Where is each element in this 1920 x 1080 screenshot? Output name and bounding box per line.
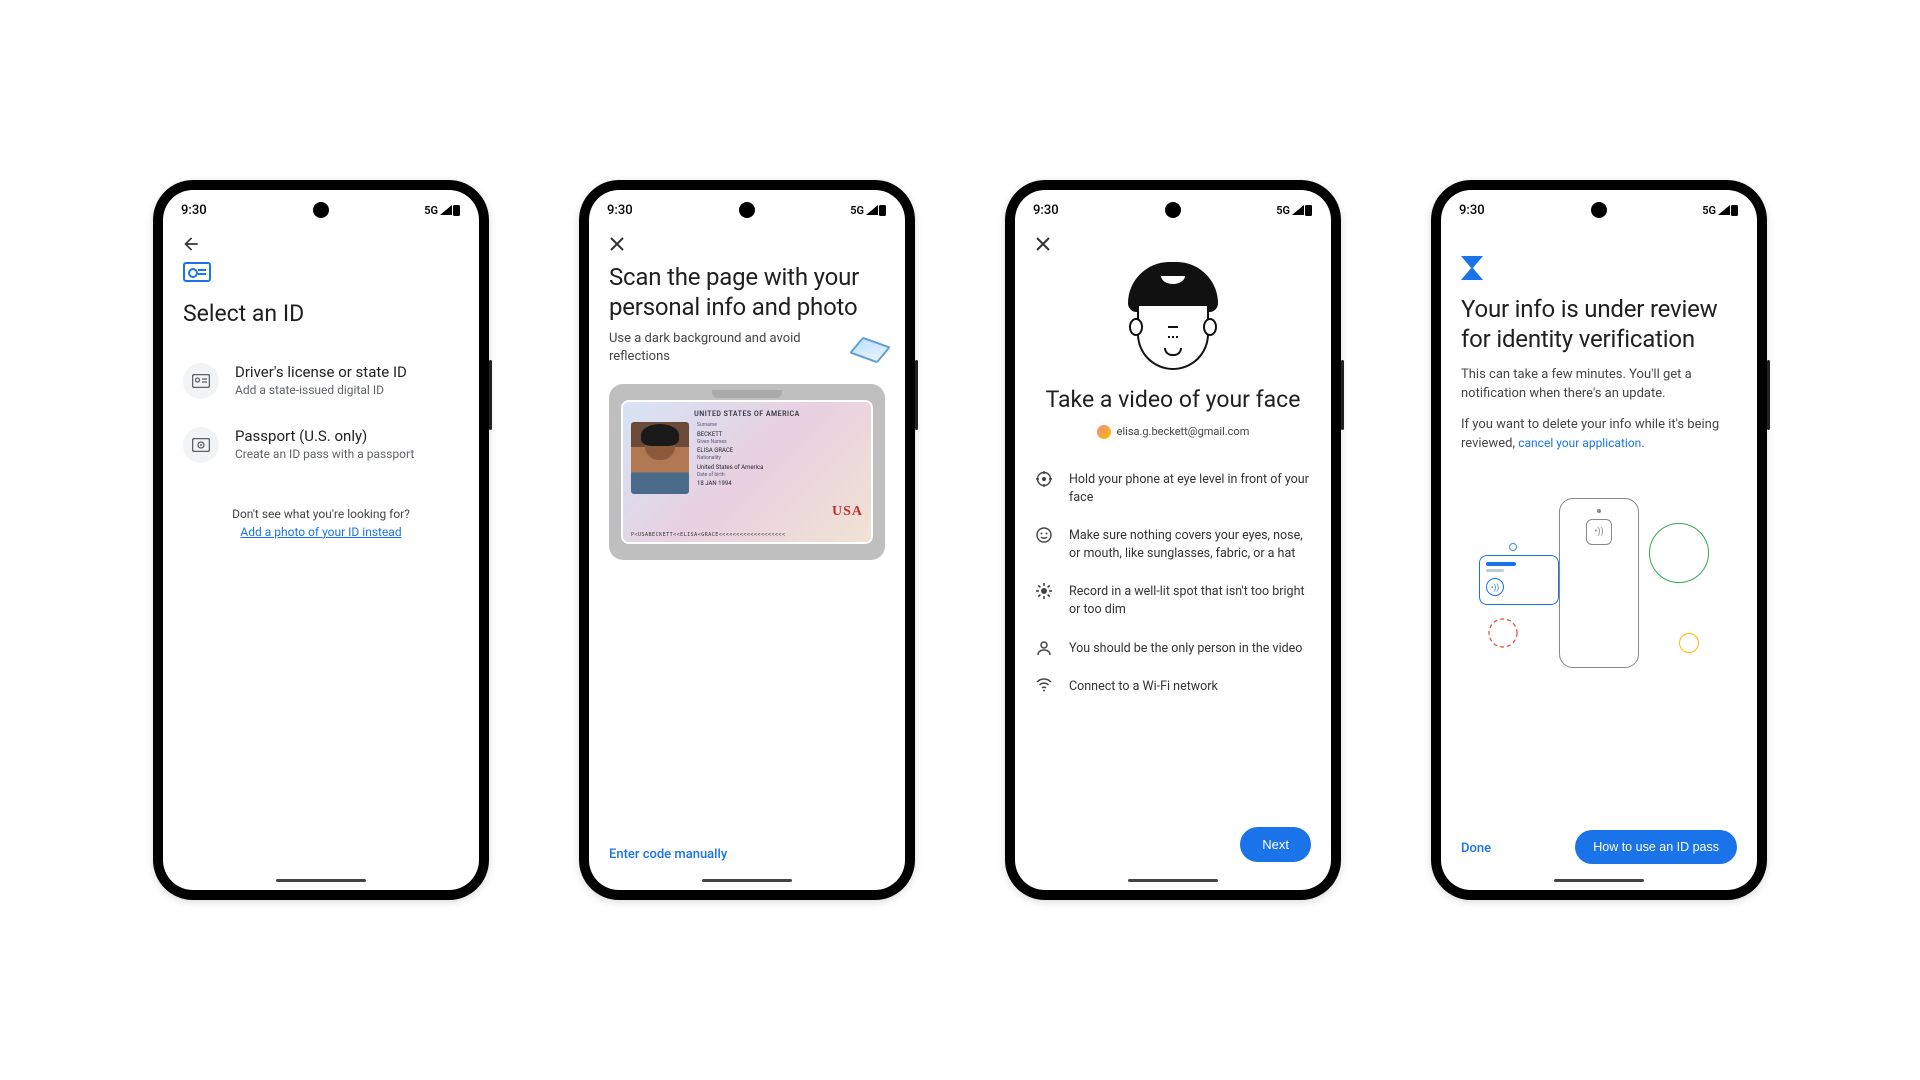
mini-phone-illustration: •)) bbox=[1559, 498, 1639, 668]
phone-mockup-2: 9:30 5G Scan the page with your personal… bbox=[579, 180, 915, 900]
camera-notch bbox=[739, 202, 755, 218]
wifi-icon bbox=[1035, 678, 1053, 692]
option-subtitle: Add a state-issued digital ID bbox=[235, 383, 407, 397]
instruction-item: Make sure nothing covers your eyes, nose… bbox=[1035, 517, 1311, 573]
instruction-item: Connect to a Wi-Fi network bbox=[1035, 668, 1311, 706]
person-icon bbox=[1035, 640, 1053, 656]
instruction-item: You should be the only person in the vid… bbox=[1035, 630, 1311, 668]
status-time: 9:30 bbox=[607, 203, 633, 218]
status-indicators: 5G bbox=[1702, 204, 1739, 217]
passport-fields: Surname BECKETT Given Names ELISA GRACE … bbox=[697, 422, 863, 494]
option-title: Passport (U.S. only) bbox=[235, 427, 414, 445]
status-time: 9:30 bbox=[1033, 203, 1059, 218]
camera-notch bbox=[1591, 202, 1607, 218]
passport-photo bbox=[631, 422, 689, 494]
review-body-1: This can take a few minutes. You'll get … bbox=[1461, 366, 1737, 404]
close-button[interactable] bbox=[1031, 232, 1055, 256]
account-email: elisa.g.beckett@gmail.com bbox=[1117, 425, 1250, 438]
page-title: Select an ID bbox=[183, 300, 459, 329]
status-time: 9:30 bbox=[1459, 203, 1485, 218]
enter-code-manually-link[interactable]: Enter code manually bbox=[609, 847, 727, 862]
status-time: 9:30 bbox=[181, 203, 207, 218]
id-card-icon bbox=[183, 363, 219, 399]
brightness-icon bbox=[1035, 583, 1053, 599]
option-subtitle: Create an ID pass with a passport bbox=[235, 447, 414, 461]
instruction-item: Hold your phone at eye level in front of… bbox=[1035, 461, 1311, 517]
status-indicators: 5G bbox=[850, 204, 887, 217]
instructions-list: Hold your phone at eye level in front of… bbox=[1035, 461, 1311, 706]
passport-mrz: P<USABECKETT<<ELISA<GRACE<<<<<<<<<<<<<<<… bbox=[631, 532, 863, 538]
status-indicators: 5G bbox=[424, 204, 461, 217]
page-title: Scan the page with your personal info an… bbox=[609, 262, 885, 322]
passport-country-code: USA bbox=[832, 504, 863, 520]
back-button[interactable] bbox=[179, 232, 203, 256]
done-button[interactable]: Done bbox=[1461, 841, 1491, 856]
option-passport[interactable]: Passport (U.S. only) Create an ID pass w… bbox=[183, 413, 459, 477]
passport-header: UNITED STATES OF AMERICA bbox=[631, 410, 863, 418]
phone-mockup-4: 9:30 5G Your info is under review for id… bbox=[1431, 180, 1767, 900]
status-indicators: 5G bbox=[1276, 204, 1313, 217]
avatar bbox=[1097, 425, 1111, 439]
option-title: Driver's license or state ID bbox=[235, 363, 407, 381]
home-indicator[interactable] bbox=[1554, 879, 1644, 882]
helper-text: Don't see what you're looking for? bbox=[183, 507, 459, 521]
option-drivers-license[interactable]: Driver's license or state ID Add a state… bbox=[183, 349, 459, 413]
review-body-2: If you want to delete your info while it… bbox=[1461, 416, 1737, 454]
passport-scan-preview: UNITED STATES OF AMERICA Surname BECKETT… bbox=[609, 384, 885, 560]
page-title: Take a video of your face bbox=[1035, 386, 1311, 415]
id-card-header-icon bbox=[183, 262, 211, 282]
review-illustration: •)) •)) bbox=[1499, 483, 1699, 683]
face-illustration bbox=[1113, 262, 1233, 372]
instruction-item: Record in a well-lit spot that isn't too… bbox=[1035, 573, 1311, 629]
phone-mockup-3: 9:30 5G Take a bbox=[1005, 180, 1341, 900]
account-row: elisa.g.beckett@gmail.com bbox=[1035, 425, 1311, 439]
camera-notch bbox=[1165, 202, 1181, 218]
page-subtitle: Use a dark background and avoid reflecti… bbox=[609, 330, 847, 366]
camera-notch bbox=[313, 202, 329, 218]
face-icon bbox=[1035, 527, 1053, 543]
home-indicator[interactable] bbox=[702, 879, 792, 882]
target-icon bbox=[1035, 471, 1053, 487]
home-indicator[interactable] bbox=[276, 879, 366, 882]
home-indicator[interactable] bbox=[1128, 879, 1218, 882]
next-button[interactable]: Next bbox=[1240, 827, 1311, 862]
phone-mockup-1: 9:30 5G Select an ID bbox=[153, 180, 489, 900]
mini-card-illustration: •)) bbox=[1479, 555, 1559, 605]
page-title: Your info is under review for identity v… bbox=[1461, 294, 1737, 354]
add-photo-link[interactable]: Add a photo of your ID instead bbox=[240, 525, 401, 539]
hourglass-icon bbox=[1461, 256, 1483, 280]
cancel-application-link[interactable]: cancel your application bbox=[1518, 436, 1641, 450]
how-to-use-button[interactable]: How to use an ID pass bbox=[1575, 830, 1737, 864]
close-button[interactable] bbox=[605, 232, 629, 256]
scan-diamond-icon bbox=[849, 337, 891, 364]
passport-icon bbox=[183, 427, 219, 463]
